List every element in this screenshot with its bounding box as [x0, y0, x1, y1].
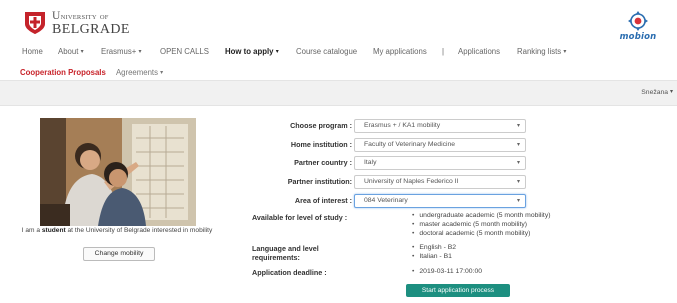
program-select[interactable]: Erasmus + / KA1 mobility ▾: [354, 119, 526, 133]
chevron-down-icon: ▾: [138, 49, 142, 55]
header: UNIVERSITY OF BELGRADE mobion Home About…: [0, 0, 677, 78]
language-list: English - B2 Italian - B1: [412, 244, 456, 262]
nav-how-to-apply[interactable]: How to apply ▾: [225, 47, 279, 56]
list-item: undergraduate academic (5 month mobility…: [412, 212, 550, 221]
caption-prefix: I am a: [21, 227, 42, 234]
partner-institution-select[interactable]: University of Naples Federico II ▾: [354, 175, 526, 189]
logo-word: NIVERSITY: [60, 14, 97, 21]
partner-country-value: Italy: [364, 159, 377, 166]
nav-applications[interactable]: Applications: [458, 47, 500, 56]
chevron-down-icon: ▾: [516, 198, 520, 204]
nav-ranking-lists-label: Ranking lists: [517, 47, 562, 56]
nav-my-applications[interactable]: My applications: [373, 47, 427, 56]
partner-institution-label: Partner institution:: [287, 177, 352, 186]
list-item: master academic (5 month mobility): [412, 221, 551, 230]
nav-ranking-lists[interactable]: Ranking lists ▾: [517, 47, 566, 56]
subnav-agreements[interactable]: Agreements ▾: [116, 68, 163, 77]
home-institution-value: Faculty of Veterinary Medicine: [364, 141, 456, 148]
home-institution-select[interactable]: Faculty of Veterinary Medicine ▾: [354, 138, 526, 152]
nav-separator: |: [442, 47, 445, 56]
sub-nav: Cooperation Proposals Agreements ▾: [20, 68, 163, 77]
list-item: English - B2: [412, 244, 456, 253]
choose-program-label: Choose program :: [290, 121, 352, 130]
study-level-list: undergraduate academic (5 month mobility…: [412, 212, 551, 239]
change-mobility-button[interactable]: Change mobility: [83, 247, 155, 261]
deadline-value: 2019-03-11 17:00:00: [412, 268, 482, 277]
language-label-line2: requirements:: [252, 253, 300, 263]
chevron-down-icon: ▾: [80, 49, 84, 55]
partner-country-label: Partner country :: [294, 158, 352, 167]
nav-erasmus[interactable]: Erasmus+ ▾: [101, 47, 142, 56]
mobion-logo[interactable]: mobion: [610, 11, 666, 43]
mobion-wordmark: mobion: [619, 32, 657, 42]
student-photo: [40, 118, 196, 226]
nav-open-calls[interactable]: OPEN CALLS: [160, 47, 209, 56]
nav-about-label: About: [58, 47, 79, 56]
deadline-label: Application deadline :: [252, 268, 327, 277]
program-select-value: Erasmus + / KA1 mobility: [364, 122, 441, 129]
university-logo[interactable]: UNIVERSITY OF BELGRADE: [52, 10, 130, 37]
nav-about[interactable]: About ▾: [58, 47, 84, 56]
partner-institution-value: University of Naples Federico II: [364, 178, 459, 185]
chevron-down-icon: ▾: [516, 123, 520, 129]
partner-country-select[interactable]: Italy ▾: [354, 156, 526, 170]
language-label-line1: Language and level: [252, 244, 319, 253]
university-shield-icon[interactable]: [24, 11, 46, 35]
start-application-button[interactable]: Start application process: [406, 284, 510, 297]
caption-role: student: [41, 227, 66, 234]
list-item: Italian - B1: [412, 253, 456, 262]
subnav-agreements-label: Agreements: [115, 68, 158, 77]
deadline-value-wrap: 2019-03-11 17:00:00: [412, 268, 482, 277]
nav-home[interactable]: Home: [22, 47, 43, 56]
caption-suffix: at the University of Belgrade interested…: [65, 227, 213, 234]
chevron-down-icon: ▾: [516, 179, 520, 185]
study-level-label: Available for level of study :: [252, 213, 348, 222]
subnav-cooperation-proposals[interactable]: Cooperation Proposals: [20, 68, 106, 77]
chevron-down-icon: ▾: [160, 70, 164, 76]
student-photo-image: [40, 118, 196, 226]
home-institution-label: Home institution :: [290, 140, 352, 149]
nav-course-catalogue[interactable]: Course catalogue: [296, 47, 357, 56]
profile-caption: I am a student at the University of Belg…: [0, 227, 234, 236]
user-bar: Snežana ▾: [0, 80, 677, 106]
list-item: doctoral academic (5 month mobility): [412, 230, 551, 239]
nav-erasmus-label: Erasmus+: [101, 47, 137, 56]
logo-of: OF: [99, 14, 109, 21]
chevron-down-icon: ▾: [275, 49, 279, 55]
nav-how-to-apply-label: How to apply: [225, 47, 274, 56]
area-of-interest-select[interactable]: 084 Veterinary ▾: [354, 194, 526, 208]
chevron-down-icon: ▾: [563, 49, 567, 55]
area-of-interest-value: 084 Veterinary: [364, 197, 408, 204]
language-requirements-label: Language and level requirements:: [252, 244, 319, 263]
area-of-interest-label: Area of interest :: [294, 196, 352, 205]
logo-initial: U: [52, 10, 61, 22]
chevron-down-icon: ▾: [669, 89, 673, 95]
mobion-target-icon: [628, 11, 648, 31]
logo-belgrade: BELGRADE: [52, 21, 130, 37]
chevron-down-icon: ▾: [516, 160, 520, 166]
user-menu[interactable]: Snežana ▾: [641, 88, 673, 96]
user-name: Snežana: [641, 89, 669, 96]
chevron-down-icon: ▾: [516, 142, 520, 148]
